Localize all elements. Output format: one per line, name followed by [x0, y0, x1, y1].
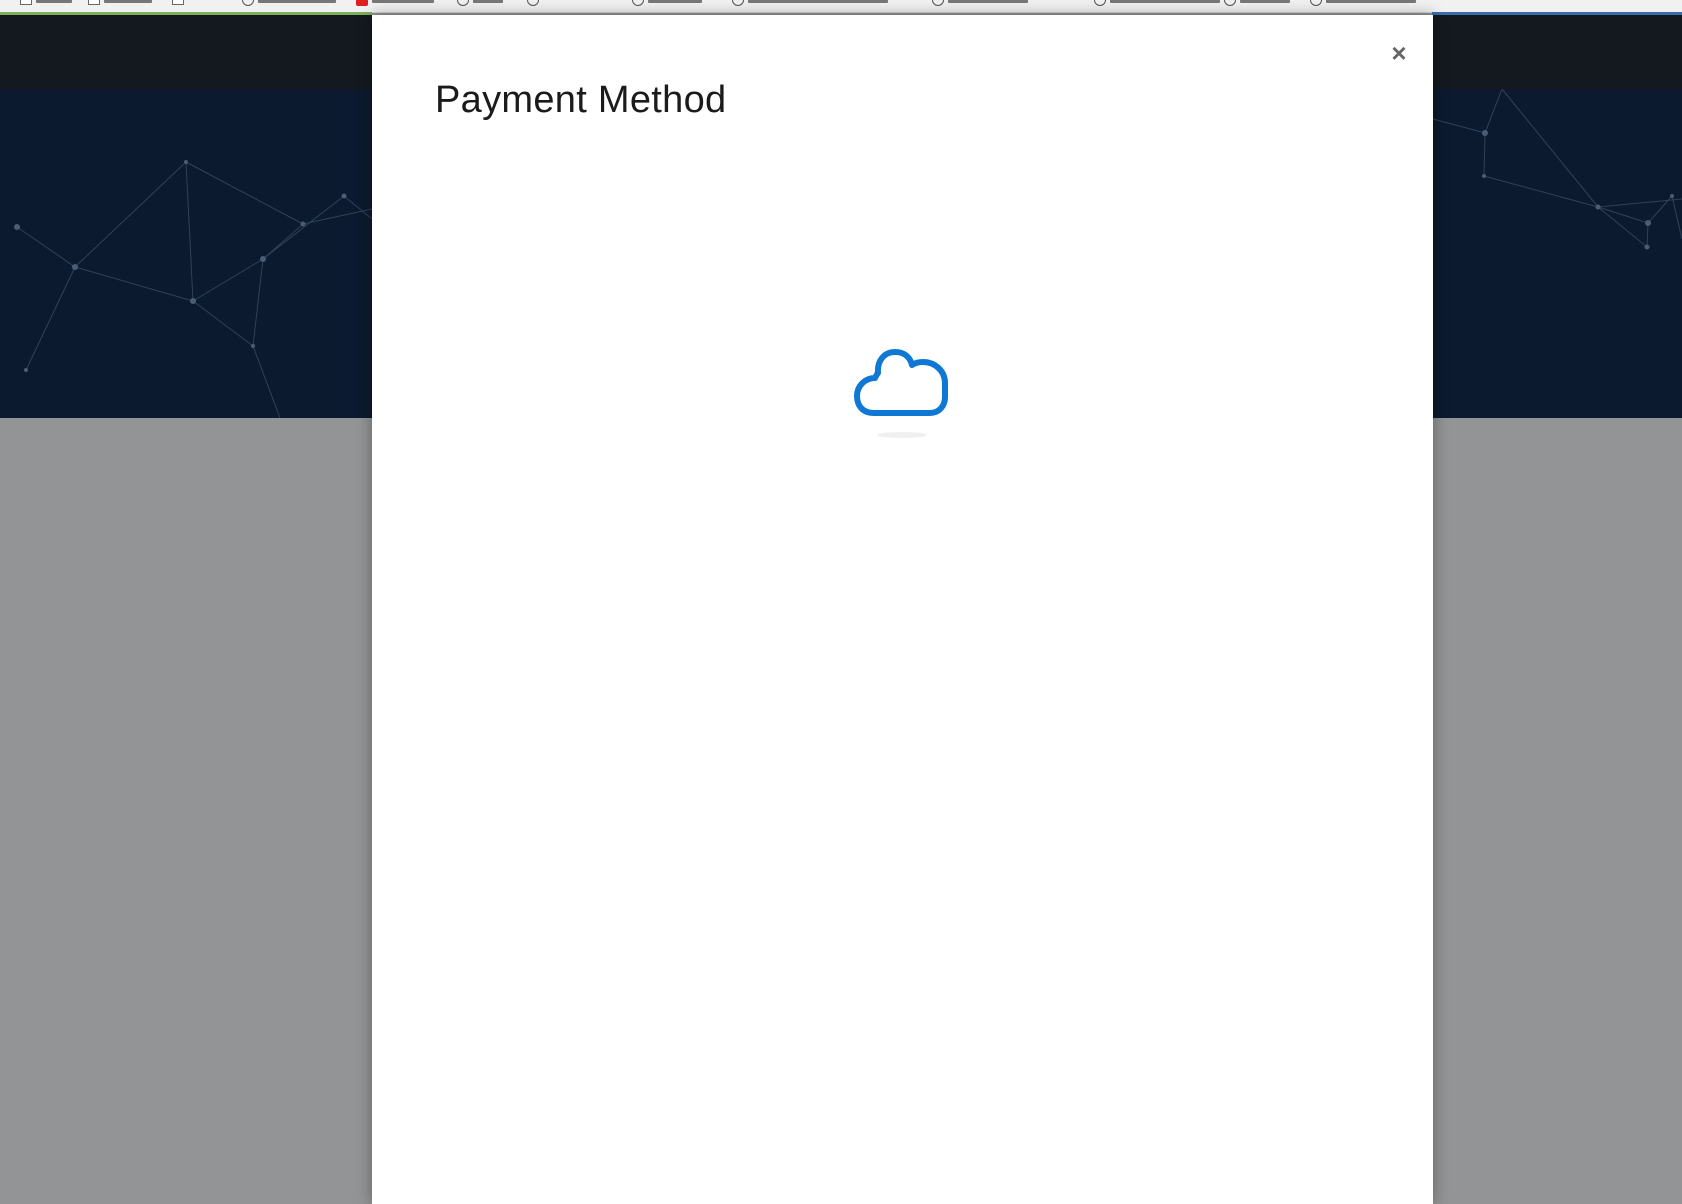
bookmark-item[interactable] — [932, 0, 1028, 7]
bookmark-logo-icon — [356, 0, 368, 6]
page-icon — [20, 0, 32, 5]
bookmark-item[interactable] — [356, 0, 434, 7]
bookmark-item[interactable] — [732, 0, 888, 7]
globe-icon — [632, 0, 644, 6]
bookmark-item[interactable] — [88, 0, 152, 7]
bookmark-item[interactable] — [242, 0, 336, 7]
globe-icon — [732, 0, 744, 6]
modal-title: Payment Method — [435, 79, 727, 121]
bookmark-item[interactable] — [1224, 0, 1290, 7]
bookmark-item[interactable] — [172, 0, 184, 7]
bookmark-item[interactable] — [457, 0, 503, 7]
close-button[interactable]: × — [1385, 38, 1413, 68]
loading-indicator — [852, 335, 952, 455]
cloud-icon — [854, 349, 948, 416]
bookmark-item[interactable] — [20, 0, 72, 7]
globe-icon — [1310, 0, 1322, 6]
bookmark-item[interactable] — [527, 0, 539, 7]
page-icon — [172, 0, 184, 5]
globe-icon — [457, 0, 469, 6]
globe-icon — [527, 0, 539, 6]
page-icon — [88, 0, 100, 5]
bookmark-item[interactable] — [632, 0, 702, 7]
globe-icon — [932, 0, 944, 6]
bookmark-item[interactable] — [1310, 0, 1416, 7]
payment-method-modal: Payment Method × — [372, 15, 1433, 1204]
bookmark-item[interactable] — [1094, 0, 1220, 7]
globe-icon — [1094, 0, 1106, 6]
globe-icon — [242, 0, 254, 6]
loader-shadow — [877, 432, 927, 438]
globe-icon — [1224, 0, 1236, 6]
